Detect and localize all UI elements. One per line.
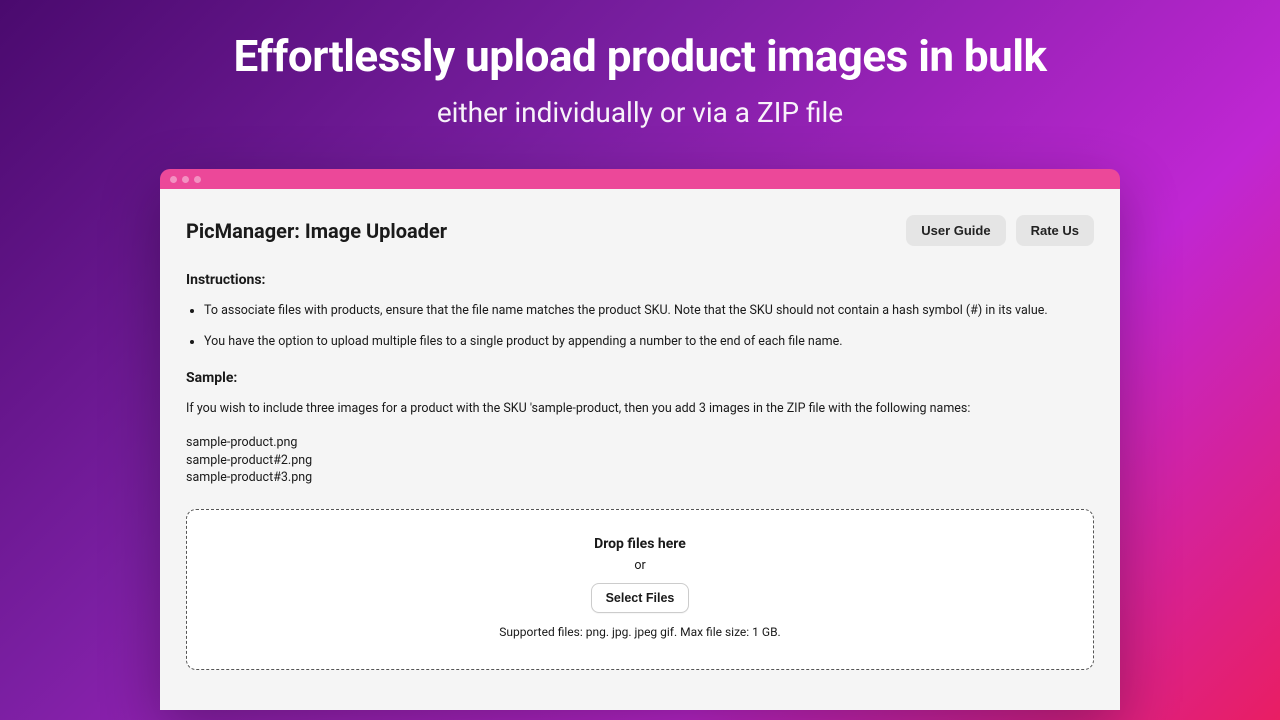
select-files-button[interactable]: Select Files [591, 583, 690, 613]
titlebar-dot-maximize[interactable] [194, 176, 201, 183]
instructions-list: To associate files with products, ensure… [186, 302, 1094, 352]
sample-description: If you wish to include three images for … [186, 400, 1094, 419]
dropzone-title: Drop files here [207, 536, 1073, 552]
app-body: PicManager: Image Uploader User Guide Ra… [160, 189, 1120, 710]
app-header-buttons: User Guide Rate Us [906, 215, 1094, 246]
app-header: PicManager: Image Uploader User Guide Ra… [186, 215, 1094, 246]
file-dropzone[interactable]: Drop files here or Select Files Supporte… [186, 509, 1094, 670]
dropzone-support-text: Supported files: png. jpg. jpeg gif. Max… [207, 625, 1073, 639]
dropzone-or: or [207, 558, 1073, 573]
rate-us-button[interactable]: Rate Us [1016, 215, 1094, 246]
instruction-item: To associate files with products, ensure… [204, 302, 1094, 321]
sample-filenames: sample-product.png sample-product#2.png … [186, 434, 1094, 487]
titlebar-dot-close[interactable] [170, 176, 177, 183]
app-title: PicManager: Image Uploader [186, 219, 447, 243]
window-titlebar [160, 169, 1120, 189]
app-window: PicManager: Image Uploader User Guide Ra… [160, 169, 1120, 710]
sample-label: Sample: [186, 370, 1094, 386]
hero-title: Effortlessly upload product images in bu… [234, 30, 1047, 82]
instruction-item: You have the option to upload multiple f… [204, 333, 1094, 352]
hero-subtitle: either individually or via a ZIP file [437, 96, 843, 129]
user-guide-button[interactable]: User Guide [906, 215, 1005, 246]
instructions-label: Instructions: [186, 272, 1094, 288]
titlebar-dot-minimize[interactable] [182, 176, 189, 183]
